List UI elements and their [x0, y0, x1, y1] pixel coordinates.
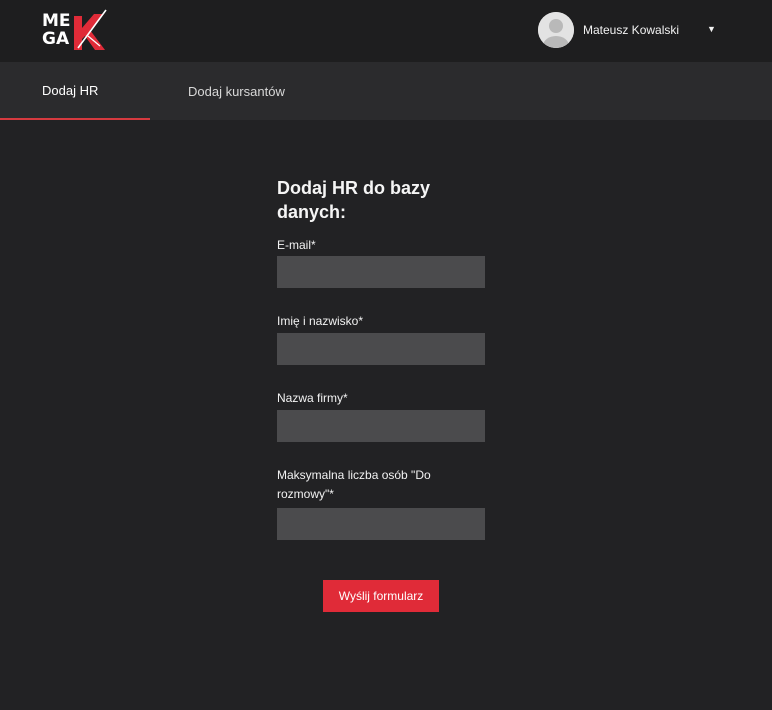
user-menu[interactable]: Mateusz Kowalski ▼: [538, 12, 716, 48]
add-hr-form: Dodaj HR do bazy danych: E-mail* Imię i …: [277, 176, 497, 540]
full-name-field[interactable]: [277, 333, 485, 365]
megak-logo[interactable]: ME GA: [40, 8, 110, 54]
caret-down-icon[interactable]: ▼: [707, 24, 716, 34]
tab-bar: Dodaj HR Dodaj kursantów: [0, 62, 772, 120]
logo-text-line1: ME: [42, 11, 71, 31]
tab-dodaj-hr[interactable]: Dodaj HR: [0, 62, 150, 120]
email-field[interactable]: [277, 256, 485, 288]
submit-form-button[interactable]: Wyślij formularz: [323, 580, 439, 612]
company-name-field[interactable]: [277, 410, 485, 442]
logo-k-mark: [74, 9, 107, 50]
form-title: Dodaj HR do bazy danych:: [277, 178, 431, 222]
email-label: E-mail*: [277, 238, 316, 252]
max-candidates-field[interactable]: [277, 508, 485, 540]
top-bar: ME GA Mateusz Kowalski ▼: [0, 0, 772, 62]
tab-dodaj-kursantow[interactable]: Dodaj kursantów: [188, 62, 285, 120]
full-name-label: Imię i nazwisko*: [277, 314, 364, 328]
user-avatar-icon[interactable]: [538, 12, 574, 48]
max-candidates-label: Maksymalna liczba osób "Do rozmowy"*: [277, 468, 431, 501]
logo-text-line2: GA: [42, 29, 70, 49]
user-name: Mateusz Kowalski: [583, 23, 680, 37]
company-name-label: Nazwa firmy*: [277, 391, 348, 405]
